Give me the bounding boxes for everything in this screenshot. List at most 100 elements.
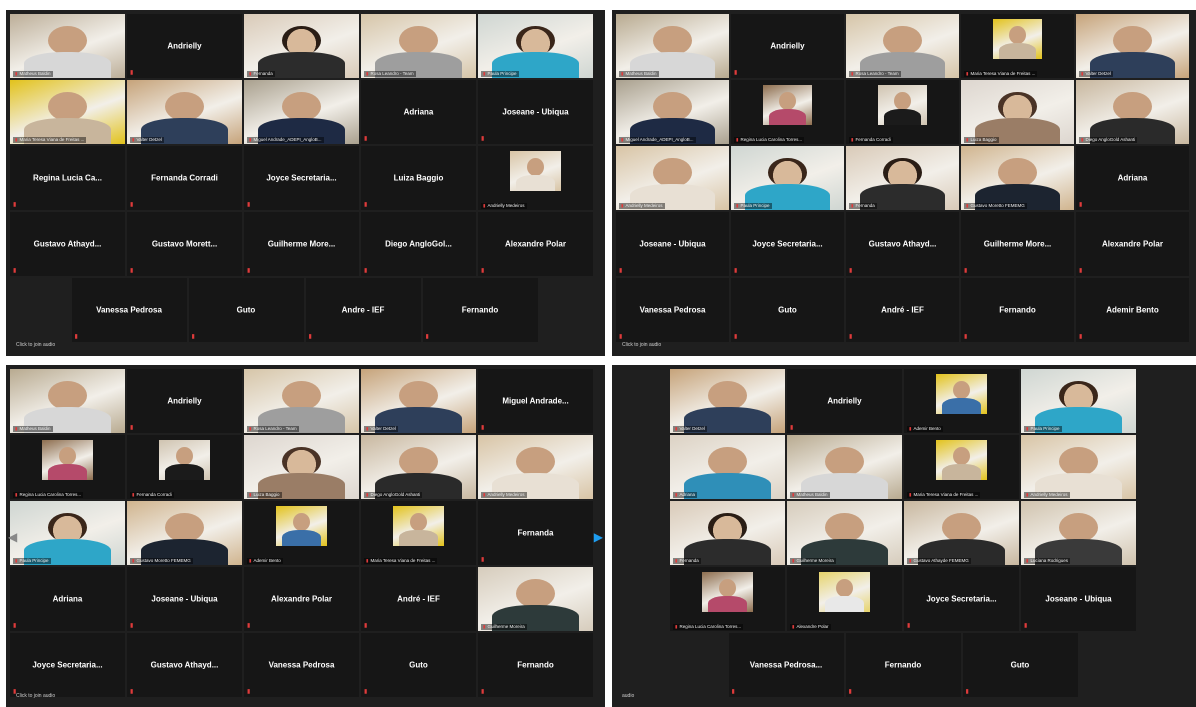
participant-video-tile[interactable]: ▮ Gustavo Moretto FEMEMG [961, 146, 1074, 210]
participant-video-tile[interactable]: ▮ Gustavo Moretto FEMEMG [127, 501, 242, 565]
participant-video-tile[interactable]: ▮ Andrielly Medeiros [616, 146, 729, 210]
participant-name-tile[interactable]: Adriana ▮ [361, 80, 476, 144]
participant-name-tile[interactable]: Fernanda ▮ [478, 501, 593, 565]
participant-video-tile[interactable]: ▮ Miguel Andrade_ADEPI_AngloB... [616, 80, 729, 144]
participant-name-tile[interactable]: Miguel Andrade... ▮ [478, 369, 593, 433]
participant-video-tile[interactable]: ▮ Diego AngloGold Ashanti [1076, 80, 1189, 144]
participant-name-tile[interactable]: André - IEF ▮ [361, 567, 476, 631]
participant-video-tile[interactable]: ▮ Diego AngloGold Ashanti [361, 435, 476, 499]
participant-video-tile[interactable]: ▮ Paula Principe [10, 501, 125, 565]
participant-video-tile[interactable]: ▮ Luciana Rodrigues [1021, 501, 1136, 565]
participant-video-tile[interactable]: ▮ Ademir Bento [904, 369, 1019, 433]
participant-video-tile[interactable]: ▮ Paula Principe [1021, 369, 1136, 433]
participant-video-tile[interactable]: ▮ Luiza Baggio [244, 435, 359, 499]
participant-video-tile[interactable]: ▮ Matheus Baldin [787, 435, 902, 499]
participant-caption: ▮ Regina Lucia Carolina Torres... [673, 624, 744, 630]
participant-name-tile[interactable]: Fernando ▮ [845, 633, 961, 697]
participant-name-tile[interactable]: Vanessa Pedrosa ▮ [71, 278, 187, 342]
participant-video-tile[interactable]: ▮ Rosa Leandro - Team [361, 14, 476, 78]
participant-video-tile[interactable]: ▮ Valter Detzel [127, 80, 242, 144]
participant-video-tile[interactable]: ▮ Maria Teresa Viana de Freitas ... [961, 14, 1074, 78]
participant-video-tile[interactable]: ▮ Fernanda Corradi [846, 80, 959, 144]
participant-video-tile[interactable]: ▮ Ademir Bento [244, 501, 359, 565]
next-page-arrow-icon[interactable]: ▶ [594, 530, 603, 544]
participant-name-tile[interactable]: Joseane - Ubiqua ▮ [127, 567, 242, 631]
participant-name-tile[interactable]: Alexandre Polar ▮ [478, 212, 593, 276]
participant-name-tile[interactable]: Guilherme More... ▮ [244, 212, 359, 276]
participant-video-tile[interactable]: ▮ Adriana [670, 435, 785, 499]
join-audio-link[interactable]: audio [622, 693, 634, 699]
participant-video-tile[interactable]: ▮ Fernanda [846, 146, 959, 210]
participant-name-tile[interactable]: Joseane - Ubiqua ▮ [616, 212, 729, 276]
participant-name-tile[interactable]: Andre - IEF ▮ [305, 278, 421, 342]
participant-name-tile[interactable]: Gustavo Athayd... ▮ [10, 212, 125, 276]
participant-video-tile[interactable]: ▮ Fernanda Corradi [127, 435, 242, 499]
participant-name-tile[interactable]: Andrielly ▮ [127, 14, 242, 78]
participant-name-tile[interactable]: Joseane - Ubiqua ▮ [478, 80, 593, 144]
participant-video-tile[interactable]: ▮ Luiza Baggio [961, 80, 1074, 144]
participant-name-tile[interactable]: Guilherme More... ▮ [961, 212, 1074, 276]
participant-video-tile[interactable]: ▮ Maria Teresa Viana de Freitas ... [904, 435, 1019, 499]
participant-video-tile[interactable]: ▮ Andrielly Medeiros [478, 146, 593, 210]
participant-name-tile[interactable]: Andrielly ▮ [787, 369, 902, 433]
participant-name-tile[interactable]: Joseane - Ubiqua ▮ [1021, 567, 1136, 631]
participant-name-tile[interactable]: Joyce Secretaria... ▮ [904, 567, 1019, 631]
participant-name-tile[interactable]: Gustavo Athayd... ▮ [127, 633, 242, 697]
participant-video-tile[interactable]: ▮ Fernanda [670, 501, 785, 565]
participant-name-tile[interactable]: André - IEF ▮ [846, 278, 959, 342]
participant-name-tile[interactable]: Joyce Secretaria... ▮ [244, 146, 359, 210]
participant-name-tile[interactable]: Vanessa Pedrosa ▮ [244, 633, 359, 697]
participant-video-tile[interactable]: ▮ Fernanda [244, 14, 359, 78]
participant-name-tile[interactable]: Alexandre Polar ▮ [1076, 212, 1189, 276]
participant-video-tile[interactable]: ▮ Maria Teresa Viana de Freitas ... [361, 501, 476, 565]
participant-name-tile[interactable]: Guto ▮ [962, 633, 1078, 697]
participant-name-tile[interactable]: Joyce Secretaria... ▮ [10, 633, 125, 697]
previous-page-arrow-icon[interactable]: ◀ [8, 530, 17, 544]
participant-name-tile[interactable]: Adriana ▮ [1076, 146, 1189, 210]
participant-video-tile[interactable]: ▮ Matheus Baldin [10, 369, 125, 433]
participant-name-tile[interactable]: Vanessa Pedrosa... ▮ [728, 633, 844, 697]
participant-name-tile[interactable]: Luiza Baggio ▮ [361, 146, 476, 210]
participant-name-tile[interactable]: Vanessa Pedrosa ▮ [616, 278, 729, 342]
participant-video-tile[interactable]: ▮ Maria Teresa Viana de Freitas ... [10, 80, 125, 144]
participant-name-tile[interactable]: Adriana ▮ [10, 567, 125, 631]
participant-name-tile[interactable]: Andrielly ▮ [127, 369, 242, 433]
join-audio-link[interactable]: Click to join audio [16, 693, 55, 699]
participant-video-tile[interactable]: ▮ Valter Detzel [361, 369, 476, 433]
participant-name-tile[interactable]: Regina Lucia Ca... ▮ [10, 146, 125, 210]
participant-name-tile[interactable]: Fernanda Corradi ▮ [127, 146, 242, 210]
participant-video-tile[interactable]: ▮ Regina Lucia Carolina Torres... [731, 80, 844, 144]
participant-video-tile[interactable]: ▮ Guilherme Moreira [478, 567, 593, 631]
participant-name-tile[interactable]: Fernando ▮ [961, 278, 1074, 342]
participant-name-tile[interactable]: Guto ▮ [731, 278, 844, 342]
participant-video-tile[interactable]: ▮ Valter Detzel [1076, 14, 1189, 78]
participant-name-tile[interactable]: Gustavo Athayd... ▮ [846, 212, 959, 276]
participant-video-tile[interactable]: ▮ Matheus Baldin [616, 14, 729, 78]
participant-video-tile[interactable]: ▮ Gustavo Athayde FEMEMG [904, 501, 1019, 565]
participant-video-tile[interactable]: ▮ Regina Lucia Carolina Torres... [10, 435, 125, 499]
participant-name-tile[interactable]: Guto ▮ [361, 633, 476, 697]
participant-video-tile[interactable]: ▮ Alexandre Polar [787, 567, 902, 631]
participant-name-tile[interactable]: Diego AngloGol... ▮ [361, 212, 476, 276]
join-audio-link[interactable]: Click to join audio [622, 342, 661, 348]
participant-name-tile[interactable]: Gustavo Morett... ▮ [127, 212, 242, 276]
participant-name-tile[interactable]: Joyce Secretaria... ▮ [731, 212, 844, 276]
participant-name-tile[interactable]: Andrielly ▮ [731, 14, 844, 78]
participant-name-tile[interactable]: Fernando ▮ [422, 278, 538, 342]
participant-video-tile[interactable]: ▮ Matheus Baldin [10, 14, 125, 78]
participant-video-tile[interactable]: ▮ Miguel Andrade_ADEPI_AngloB... [244, 80, 359, 144]
participant-video-tile[interactable]: ▮ Rosa Leandro - Team [244, 369, 359, 433]
participant-video-tile[interactable]: ▮ Andrielly Medeiros [478, 435, 593, 499]
participant-name-tile[interactable]: Guto ▮ [188, 278, 304, 342]
participant-video-tile[interactable]: ▮ Paula Principe [478, 14, 593, 78]
participant-name-tile[interactable]: Ademir Bento ▮ [1076, 278, 1189, 342]
participant-name-tile[interactable]: Fernando ▮ [478, 633, 593, 697]
participant-video-tile[interactable]: ▮ Andrielly Medeiros [1021, 435, 1136, 499]
join-audio-link[interactable]: Click to join audio [16, 342, 55, 348]
participant-video-tile[interactable]: ▮ Regina Lucia Carolina Torres... [670, 567, 785, 631]
participant-video-tile[interactable]: ▮ Paula Principe [731, 146, 844, 210]
participant-video-tile[interactable]: ▮ Valter Detzel [670, 369, 785, 433]
participant-video-tile[interactable]: ▮ Guilherme Moreira [787, 501, 902, 565]
participant-video-tile[interactable]: ▮ Rosa Leandro - Team [846, 14, 959, 78]
participant-name-tile[interactable]: Alexandre Polar ▮ [244, 567, 359, 631]
